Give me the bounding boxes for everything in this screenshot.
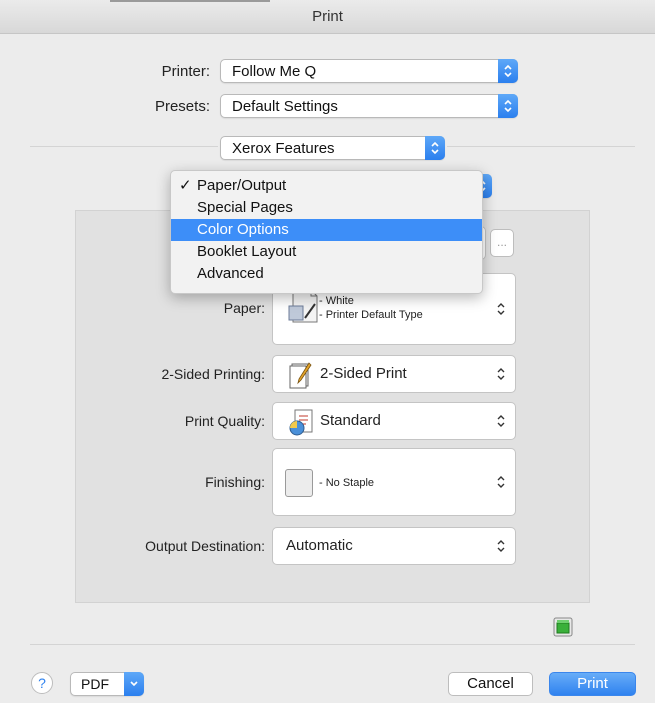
menu-item-label: Advanced xyxy=(197,265,264,282)
chevron-updown-icon xyxy=(425,136,445,160)
pdf-menu-button[interactable]: PDF xyxy=(70,672,144,696)
menu-item-booklet-layout[interactable]: Booklet Layout xyxy=(171,241,482,263)
chevron-updown-icon xyxy=(497,476,505,488)
two-sided-label: 2-Sided Printing: xyxy=(161,366,265,382)
menu-item-label: Special Pages xyxy=(197,199,293,216)
feature-dropdown-menu: ✓ Paper/Output Special Pages Color Optio… xyxy=(170,170,483,294)
presets-value: Default Settings xyxy=(232,98,338,115)
help-button[interactable]: ? xyxy=(31,672,53,694)
print-quality-label: Print Quality: xyxy=(184,413,265,429)
window-titlebar: Print xyxy=(0,0,655,34)
printer-popup[interactable]: Follow Me Q xyxy=(220,59,518,83)
chevron-updown-icon xyxy=(497,540,505,552)
chevron-updown-icon xyxy=(497,368,505,380)
separator xyxy=(447,146,635,147)
two-sided-value: 2-Sided Print xyxy=(320,365,407,382)
presets-popup[interactable]: Default Settings xyxy=(220,94,518,118)
finishing-popup[interactable]: - No Staple xyxy=(272,448,516,516)
duplex-icon xyxy=(289,362,312,389)
presets-label: Presets: xyxy=(154,98,210,115)
paper-line1: - White xyxy=(319,295,354,307)
separator xyxy=(30,146,218,147)
chevron-down-icon xyxy=(124,672,144,696)
staple-icon xyxy=(285,469,313,497)
cancel-button[interactable]: Cancel xyxy=(448,672,533,696)
window-edge-marker xyxy=(110,0,270,2)
menu-item-label: Paper/Output xyxy=(197,177,287,194)
pdf-label: PDF xyxy=(81,676,109,692)
menu-item-advanced[interactable]: Advanced xyxy=(171,263,482,285)
menu-item-color-options[interactable]: Color Options xyxy=(171,219,482,241)
printer-value: Follow Me Q xyxy=(232,63,317,80)
chevron-updown-icon xyxy=(498,94,518,118)
chevron-updown-icon xyxy=(497,303,505,315)
print-quality-value: Standard xyxy=(320,412,381,429)
paper-line2: - Printer Default Type xyxy=(319,309,423,321)
two-sided-popup[interactable]: 2-Sided Print xyxy=(272,355,516,393)
menu-item-paper-output[interactable]: ✓ Paper/Output xyxy=(171,175,482,197)
separator xyxy=(30,644,635,645)
menu-item-special-pages[interactable]: Special Pages xyxy=(171,197,482,219)
finishing-value: - No Staple xyxy=(319,477,375,489)
output-destination-value: Automatic xyxy=(286,537,353,554)
print-quality-icon xyxy=(289,409,313,436)
finishing-label: Finishing: xyxy=(205,474,265,490)
section-popup[interactable]: Xerox Features xyxy=(220,136,445,160)
print-quality-popup[interactable]: Standard xyxy=(272,402,516,440)
output-destination-popup[interactable]: Automatic xyxy=(272,527,516,565)
printer-status-icon[interactable] xyxy=(553,617,573,637)
menu-item-label: Booklet Layout xyxy=(197,243,297,260)
chevron-updown-icon xyxy=(497,415,505,427)
print-button[interactable]: Print xyxy=(549,672,636,696)
output-destination-label: Output Destination: xyxy=(145,538,265,554)
printer-label: Printer: xyxy=(161,63,210,80)
checkmark-icon: ✓ xyxy=(179,177,192,194)
paper-label: Paper: xyxy=(223,300,265,316)
window-title: Print xyxy=(312,8,343,25)
menu-item-label: Color Options xyxy=(197,221,289,238)
section-value: Xerox Features xyxy=(232,140,335,157)
chevron-updown-icon xyxy=(498,59,518,83)
more-options-button[interactable]: ... xyxy=(490,229,514,257)
